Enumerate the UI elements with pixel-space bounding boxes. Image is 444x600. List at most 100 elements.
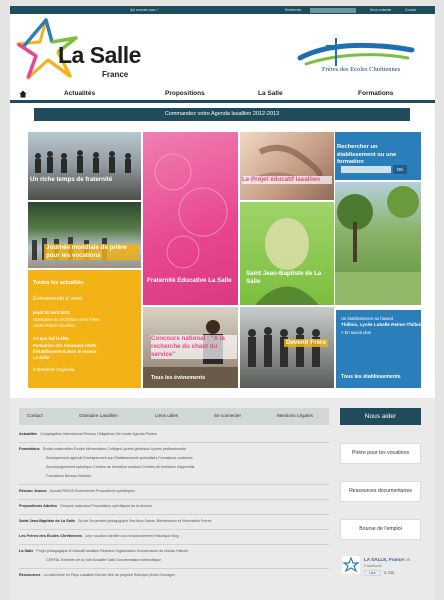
nav-item-actualites[interactable]: Actualités (64, 90, 95, 97)
contact-link[interactable]: Contact (405, 8, 416, 12)
nav-item-la-salle[interactable]: La Salle (258, 90, 283, 97)
footer-sitemap-row: Ressources La catéchèse en Pays Lasallie… (19, 573, 175, 577)
tile-saint-jb-caption: Saint Jean-Baptiste de La Salle (246, 270, 322, 286)
footer-sitemap-row: Actualités Congrégation International Ré… (19, 432, 157, 436)
search-ok-button[interactable]: OK (393, 165, 407, 174)
random-establishment-panel: Un établissement au hasard Thillois, Lyc… (336, 310, 423, 388)
tile-devenir-frere[interactable]: Devenir Frère (240, 307, 334, 388)
footer-divider (19, 568, 329, 569)
calendar-link[interactable]: Calendrier l'agenda (33, 368, 74, 373)
all-events-link[interactable]: Tous les évènements (151, 375, 231, 382)
tile-vocations[interactable]: Journée mondiale de prière pour les voca… (28, 202, 141, 268)
facebook-on-label: on (405, 557, 411, 562)
people-photo-icon (35, 150, 131, 173)
footer-glossary-link[interactable]: Glossaire Lasallien (79, 413, 118, 418)
footer-divider (19, 484, 329, 485)
events-list: Toutes les actualités Événements à venir… (28, 270, 141, 388)
tile-fraternite[interactable]: Un riche temps de fraternité (28, 132, 141, 200)
all-establishments-link[interactable]: Tous les établissements (341, 374, 401, 380)
facebook-like-button[interactable]: Like (364, 570, 381, 576)
event-title-line[interactable]: Formation des nouveaux chefs (33, 343, 96, 348)
search-label: Rechercher (285, 8, 302, 12)
partner-logo-text: Frères des Ecoles Chrétiennes (322, 66, 401, 73)
sitemap-heading[interactable]: Propositions Adultes (19, 504, 57, 508)
main-nav: Actualités Propositions La Salle Formati… (10, 89, 435, 100)
nav-item-propositions[interactable]: Propositions (165, 90, 205, 97)
footer-sitemap-row: CERFAL Entretien de la voie Actualité Sa… (46, 558, 161, 562)
tile-fraternite-caption: Un riche temps de fraternité (30, 176, 113, 183)
tile-saint-jb[interactable]: Saint Jean-Baptiste de La Salle (240, 202, 334, 305)
page: Qui sommes-nous ? Rechercher Nous contac… (10, 6, 435, 600)
sitemap-links[interactable]: CERFAL Entretien de la voie Actualité Sa… (46, 558, 161, 562)
contact-us-link[interactable]: Nous contacter (370, 8, 391, 12)
event-title-line[interactable]: La Salle (33, 355, 49, 360)
tile-fraternite-educative-caption: Fraternité Educative La Salle (147, 277, 232, 284)
footer-legal-link[interactable]: Mentions Légales (277, 413, 313, 418)
tile-park-photo[interactable] (335, 182, 421, 305)
logo-subtitle: France (102, 70, 129, 79)
sitemap-links[interactable]: Groupes nationaux Propositions spécifiqu… (60, 504, 152, 508)
footer-sitemap-row: Formations Écoles maternelles Écoles élé… (19, 447, 186, 451)
sitemap-links[interactable]: Projet pédagogique et éducatif lasallien… (36, 549, 188, 553)
top-search-input[interactable] (310, 7, 356, 13)
facebook-label: Facebook (364, 563, 382, 568)
sitemap-links[interactable]: Congrégation International Réseau Obliga… (40, 432, 157, 436)
footer-divider (19, 514, 329, 515)
more-info-link[interactable]: > En savoir plus (341, 330, 371, 335)
footer-login-link[interactable]: Se connecter (214, 413, 241, 418)
footer-sitemap-row: Accompagnement spécifique Centres de for… (46, 465, 194, 469)
tree-photo-icon (335, 186, 421, 305)
facebook-page-name[interactable]: LA SALLE, France (364, 557, 404, 562)
footer-sitemap-row: Réseau Jeunes Accueil RENJS Evénements P… (19, 489, 135, 493)
footer-sitemap-row: Formations Bureau d'études (46, 474, 91, 478)
event-title-line[interactable]: d'établissement dans le réseau (33, 349, 96, 354)
tile-devenir-frere-caption: Devenir Frère (284, 339, 328, 348)
sitemap-links[interactable]: Écoles maternelles Écoles élémentaires C… (43, 447, 186, 451)
footer-links-link[interactable]: Liens utiles (155, 413, 178, 418)
sitemap-heading[interactable]: Réseau Jeunes (19, 489, 47, 493)
sitemap-heading[interactable]: Formations (19, 447, 40, 451)
help-us-button[interactable]: Nous aider (340, 408, 421, 425)
facebook-avatar-icon[interactable] (342, 556, 360, 574)
agenda-banner[interactable]: Commandez votre Agenda lasallien 2012-20… (34, 108, 410, 121)
hands-photo-icon (248, 144, 323, 185)
about-link[interactable]: Qui sommes-nous ? (130, 8, 159, 12)
home-icon[interactable] (19, 90, 27, 98)
sitemap-links[interactable]: Accompagnement spécifique Centres de for… (46, 465, 194, 469)
random-establishment-name[interactable]: Thillois, Lycée LaSalle Reims-Thillois (341, 322, 423, 327)
nav-divider (10, 100, 435, 103)
all-news-link[interactable]: Toutes les actualités (33, 280, 84, 286)
brothers-photo-icon (248, 327, 320, 367)
sitemap-heading[interactable]: Les Frères des Écoles Chrétiennes (19, 534, 82, 538)
logo-wordmark[interactable]: La Salle (58, 42, 141, 69)
tile-concours[interactable]: Concours national : "A la recherche du c… (143, 307, 238, 388)
sitemap-heading[interactable]: Ressources (19, 573, 41, 577)
footer-sitemap-row: Enseignement agricole Enseignement sup É… (46, 456, 193, 460)
top-utility-bar: Qui sommes-nous ? Rechercher Nous contac… (10, 6, 435, 14)
job-board-button[interactable]: Bourse de l'emploi (340, 519, 421, 540)
footer-divider (19, 544, 329, 545)
establishment-search-input[interactable] (341, 166, 391, 173)
footer-sitemap-row: Propositions Adultes Groupes nationaux P… (19, 504, 152, 508)
nav-item-formations[interactable]: Formations (358, 90, 393, 97)
sitemap-links[interactable]: Sa vie Sa pensée pédagogique Ses lieux S… (78, 519, 211, 523)
tile-projet-educatif[interactable]: Le Projet éducatif lasallien (240, 132, 334, 200)
sitemap-links[interactable]: Accueil RENJS Evénements Propositions sp… (50, 489, 135, 493)
event-title-line[interactable]: André-Pierre Gauthier (33, 323, 75, 328)
tile-fraternite-educative[interactable]: Fraternité Educative La Salle (143, 132, 238, 305)
footer-divider (19, 499, 329, 500)
sitemap-links[interactable]: La catéchèse en Pays Lasallien Dernier t… (44, 573, 175, 577)
sitemap-heading[interactable]: Actualités (19, 432, 37, 436)
event-title-line[interactable]: Obsèques du Morbihan avec Frère (33, 317, 99, 322)
sitemap-links[interactable]: Formations Bureau d'études (46, 474, 91, 478)
footer-divider (19, 442, 329, 443)
sitemap-links[interactable]: Enseignement agricole Enseignement sup É… (46, 456, 193, 460)
freres-logo-icon (297, 38, 415, 66)
footer-contact-link[interactable]: Contact (27, 413, 43, 418)
sitemap-heading[interactable]: La Salle (19, 549, 33, 553)
resources-button[interactable]: Ressources documentaires (340, 481, 421, 502)
sitemap-links[interactable]: Leur vocation Identité Leur fonctionneme… (85, 534, 179, 538)
vocations-prayer-button[interactable]: Prière pour les vocations (340, 443, 421, 464)
sitemap-heading[interactable]: Saint Jean-Baptiste de La Salle (19, 519, 75, 523)
facebook-widget: LA SALLE, France on Facebook Like 2,732 (340, 554, 421, 588)
